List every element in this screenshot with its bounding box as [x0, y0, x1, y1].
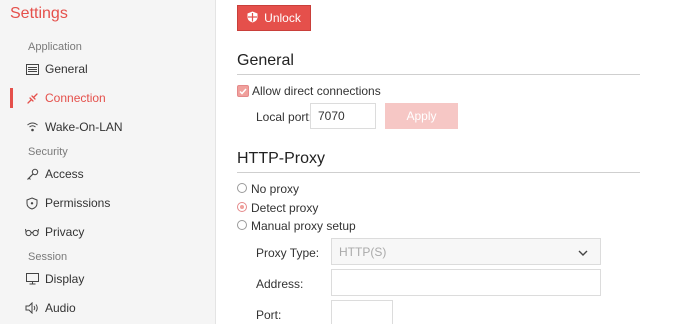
glasses-icon: [25, 225, 39, 239]
unlock-button[interactable]: Unlock: [237, 5, 311, 31]
shield-icon: [25, 196, 39, 210]
address-label: Address:: [256, 277, 304, 291]
general-divider: [237, 74, 640, 75]
speaker-icon: [25, 301, 39, 315]
no-proxy-label: No proxy: [251, 182, 300, 196]
app-title: Settings: [10, 5, 68, 22]
sidebar-item-label: Access: [45, 167, 84, 181]
sidebar-item-audio[interactable]: Audio: [0, 294, 215, 322]
unlock-button-label: Unlock: [264, 11, 301, 25]
apply-button[interactable]: Apply: [385, 103, 458, 129]
sidebar-item-label: Audio: [45, 301, 76, 315]
proxy-type-value: HTTP(S): [339, 244, 387, 259]
shield-icon: [247, 11, 258, 26]
proxy-divider: [237, 172, 640, 173]
proxy-type-label: Proxy Type:: [256, 246, 320, 260]
sidebar-item-permissions[interactable]: Permissions: [0, 189, 215, 217]
port-label: Port:: [256, 308, 282, 322]
sidebar-item-access[interactable]: Access: [0, 160, 215, 188]
manual-proxy-label: Manual proxy setup: [251, 219, 356, 233]
allow-direct-label: Allow direct connections: [252, 84, 381, 98]
sidebar-item-label: Wake-On-LAN: [45, 120, 123, 134]
chevron-down-icon: [578, 246, 588, 260]
general-heading: General: [237, 52, 294, 69]
monitor-icon: [25, 272, 39, 286]
section-label-session: Session: [28, 251, 68, 263]
port-input[interactable]: [331, 300, 393, 324]
manual-proxy-radio[interactable]: [237, 220, 247, 230]
key-icon: [25, 167, 39, 181]
proxy-heading: HTTP-Proxy: [237, 150, 325, 167]
connection-icon: [25, 91, 39, 105]
sidebar-item-connection[interactable]: Connection: [0, 84, 215, 112]
sidebar-item-label: Privacy: [45, 225, 85, 239]
sidebar-item-label: General: [45, 62, 88, 76]
sidebar: Settings Application General Connection …: [0, 0, 216, 324]
sidebar-item-wake-on-lan[interactable]: Wake-On-LAN: [0, 113, 215, 141]
detect-proxy-label: Detect proxy: [251, 201, 319, 215]
local-port-label: Local port:: [256, 110, 313, 124]
allow-direct-checkbox[interactable]: [237, 85, 249, 97]
address-input[interactable]: [331, 269, 601, 296]
sidebar-item-label: Display: [45, 272, 85, 286]
sidebar-item-label: Connection: [45, 91, 106, 105]
wifi-icon: [25, 120, 39, 134]
sidebar-item-privacy[interactable]: Privacy: [0, 218, 215, 246]
no-proxy-radio[interactable]: [237, 183, 247, 193]
sidebar-item-general[interactable]: General: [0, 55, 215, 83]
sidebar-item-label: Permissions: [45, 196, 111, 210]
sidebar-item-display[interactable]: Display: [0, 265, 215, 293]
proxy-type-select[interactable]: HTTP(S): [331, 238, 601, 265]
general-icon: [25, 62, 39, 76]
detect-proxy-radio[interactable]: [237, 202, 247, 212]
section-label-security: Security: [28, 146, 68, 158]
local-port-input[interactable]: 7070: [310, 103, 376, 129]
section-label-application: Application: [28, 41, 82, 53]
active-indicator: [10, 88, 13, 108]
